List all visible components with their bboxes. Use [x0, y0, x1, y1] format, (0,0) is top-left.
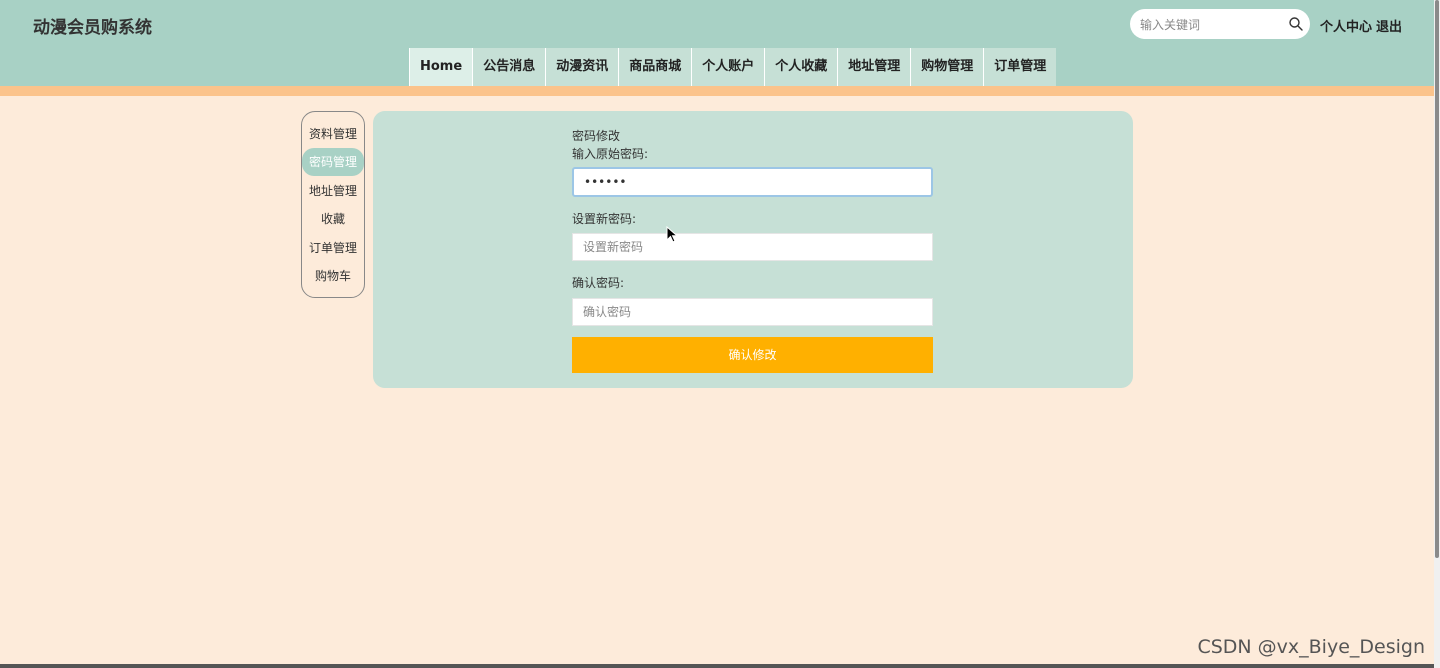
logout-link[interactable]: 退出 [1376, 16, 1402, 35]
sidebar-item-cart[interactable]: 购物车 [302, 262, 364, 290]
old-password-input[interactable] [572, 167, 933, 197]
nav-item-home[interactable]: Home [409, 48, 473, 86]
nav-item-announcements[interactable]: 公告消息 [472, 48, 546, 86]
nav-item-anime-news[interactable]: 动漫资讯 [545, 48, 619, 86]
new-password-label: 设置新密码: [572, 212, 637, 226]
nav-item-cart-management[interactable]: 购物管理 [910, 48, 984, 86]
sidebar-item-address[interactable]: 地址管理 [302, 177, 364, 205]
form-title: 密码修改 [572, 129, 621, 143]
new-password-input[interactable] [572, 233, 933, 261]
header: 动漫会员购系统 个人中心 退出 Home 公告消息 动漫资讯 商品商城 个人账户… [0, 0, 1434, 86]
old-password-label: 输入原始密码: [572, 147, 649, 161]
nav-item-shop[interactable]: 商品商城 [618, 48, 692, 86]
nav-item-address[interactable]: 地址管理 [837, 48, 911, 86]
page-scrollbar[interactable] [1434, 0, 1440, 668]
main-nav: Home 公告消息 动漫资讯 商品商城 个人账户 个人收藏 地址管理 购物管理 … [409, 48, 1057, 86]
nav-item-orders[interactable]: 订单管理 [983, 48, 1057, 86]
personal-center-link[interactable]: 个人中心 [1320, 16, 1372, 35]
sidebar-item-profile[interactable]: 资料管理 [302, 120, 364, 148]
nav-item-personal-account[interactable]: 个人账户 [691, 48, 765, 86]
search-icon[interactable] [1288, 16, 1304, 32]
nav-item-favorites[interactable]: 个人收藏 [764, 48, 838, 86]
header-divider [0, 86, 1434, 96]
watermark: CSDN @vx_Biye_Design [1197, 636, 1425, 658]
mouse-cursor-icon [666, 226, 679, 243]
search-box[interactable] [1130, 9, 1310, 39]
confirm-change-button[interactable]: 确认修改 [572, 337, 933, 373]
sidebar-item-favorites[interactable]: 收藏 [302, 205, 364, 233]
sidebar-item-password[interactable]: 密码管理 [302, 148, 364, 176]
site-title: 动漫会员购系统 [33, 18, 152, 38]
bottom-border [0, 664, 1434, 668]
sidebar-item-orders[interactable]: 订单管理 [302, 234, 364, 262]
confirm-password-input[interactable] [572, 298, 933, 326]
scrollbar-thumb[interactable] [1435, 0, 1439, 558]
confirm-password-label: 确认密码: [572, 276, 625, 290]
sidebar: 资料管理 密码管理 地址管理 收藏 订单管理 购物车 [301, 111, 365, 298]
search-input[interactable] [1138, 16, 1282, 34]
